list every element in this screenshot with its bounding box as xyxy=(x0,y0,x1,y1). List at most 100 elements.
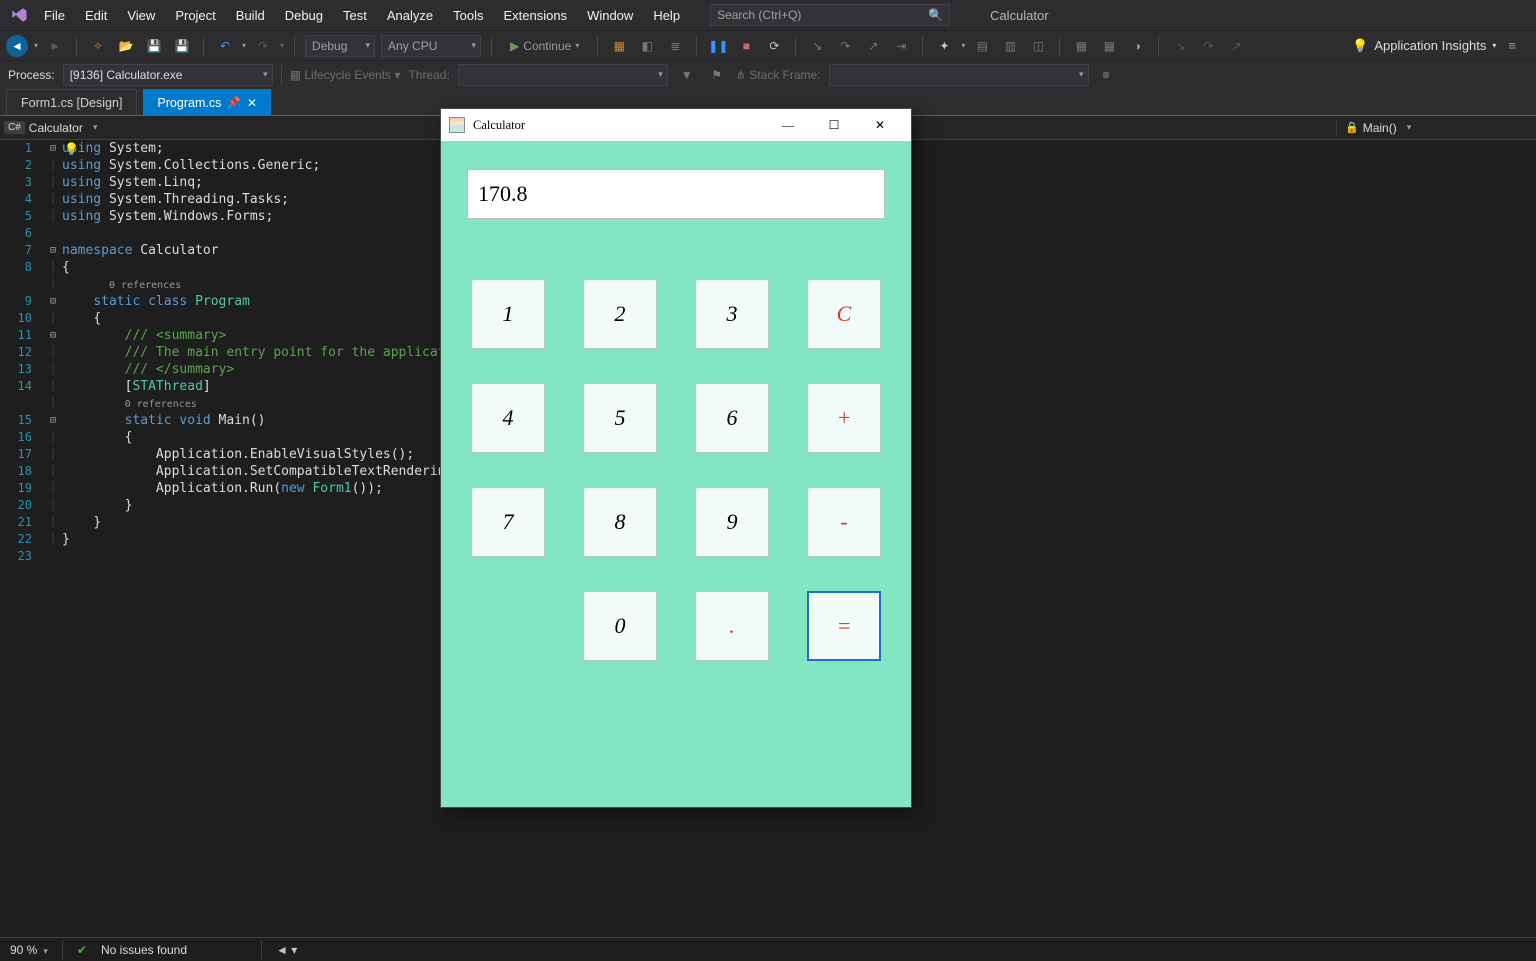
tab-label: Program.cs xyxy=(157,96,221,110)
app-icon xyxy=(449,117,465,133)
menu-edit[interactable]: Edit xyxy=(75,0,117,30)
line-number: 10 xyxy=(0,310,44,327)
close-tab-icon[interactable]: ✕ xyxy=(247,96,257,110)
line-number: 2 xyxy=(0,157,44,174)
application-insights-button[interactable]: 💡 Application Insights ▾ ≡ xyxy=(1352,38,1530,54)
process-combo[interactable]: [9136] Calculator.exe xyxy=(63,64,273,86)
menu-analyze[interactable]: Analyze xyxy=(377,0,443,30)
calc-btn-7[interactable]: 7 xyxy=(471,487,545,557)
play-icon: ▶ xyxy=(510,39,519,53)
menu-file[interactable]: File xyxy=(34,0,75,30)
ok-check-icon: ✔ xyxy=(77,943,87,957)
redo-icon[interactable]: ↷ xyxy=(252,35,274,57)
menu-build[interactable]: Build xyxy=(226,0,275,30)
step-icon-4[interactable]: ⇥ xyxy=(890,35,912,57)
tb-group2-2[interactable]: ▤ xyxy=(971,35,993,57)
step-into-icon[interactable]: ↘ xyxy=(806,35,828,57)
step-over-icon[interactable]: ↷ xyxy=(834,35,856,57)
line-number: 23 xyxy=(0,548,44,565)
menu-project[interactable]: Project xyxy=(165,0,225,30)
search-icon: 🔍 xyxy=(928,8,943,22)
open-file-icon[interactable]: 📂 xyxy=(115,35,137,57)
calc-btn-3[interactable]: 3 xyxy=(695,279,769,349)
calc-btn-6[interactable]: 6 xyxy=(695,383,769,453)
thread-flag-icon[interactable]: ⚑ xyxy=(706,64,728,86)
tb-icon-3[interactable]: ≣ xyxy=(664,35,686,57)
continue-label: Continue xyxy=(523,39,571,53)
nav-back-button[interactable]: ◄ xyxy=(6,35,28,57)
minimize-button[interactable]: — xyxy=(765,109,811,141)
line-number: 8 xyxy=(0,259,44,276)
tb-group4-3[interactable]: ↗ xyxy=(1225,35,1247,57)
calc-btn-8[interactable]: 8 xyxy=(583,487,657,557)
line-number: 6 xyxy=(0,225,44,242)
tb-group2-1[interactable]: ✦ xyxy=(933,35,955,57)
stack-frame-label: ⋔ Stack Frame: xyxy=(736,68,821,82)
calc-btn-4[interactable]: 4 xyxy=(471,383,545,453)
menu-extensions[interactable]: Extensions xyxy=(493,0,577,30)
calc-btn-1[interactable]: 1 xyxy=(471,279,545,349)
tb-group3-2[interactable]: ▦ xyxy=(1098,35,1120,57)
tb-group4-2[interactable]: ↷ xyxy=(1197,35,1219,57)
calc-btn-plus[interactable]: + xyxy=(807,383,881,453)
thread-combo[interactable] xyxy=(458,64,668,86)
line-number: 22 xyxy=(0,531,44,548)
solution-config-dropdown[interactable]: Debug xyxy=(305,35,375,57)
menu-help[interactable]: Help xyxy=(643,0,690,30)
restart-icon[interactable]: ⟳ xyxy=(763,35,785,57)
line-number: 7 xyxy=(0,242,44,259)
calc-btn-5[interactable]: 5 xyxy=(583,383,657,453)
menu-window[interactable]: Window xyxy=(577,0,643,30)
pin-icon[interactable]: 📌 xyxy=(227,96,241,109)
thread-filter-icon[interactable]: ▼ xyxy=(676,64,698,86)
calculator-body: 170.8 1 2 3 C 4 5 6 + 7 8 9 - 0 . = xyxy=(441,141,911,689)
calculator-titlebar[interactable]: Calculator — ☐ ✕ xyxy=(441,109,911,141)
calc-btn-clear[interactable]: C xyxy=(807,279,881,349)
tab-program-cs[interactable]: Program.cs 📌 ✕ xyxy=(143,89,271,115)
menu-tools[interactable]: Tools xyxy=(443,0,493,30)
lifecycle-events-label[interactable]: ▦ Lifecycle Events ▾ xyxy=(290,68,401,82)
nav-forward-button[interactable]: ► xyxy=(44,35,66,57)
tb-group3-1[interactable]: ▦ xyxy=(1070,35,1092,57)
calc-btn-dot[interactable]: . xyxy=(695,591,769,661)
line-number: 18 xyxy=(0,463,44,480)
calc-btn-2[interactable]: 2 xyxy=(583,279,657,349)
undo-icon[interactable]: ↶ xyxy=(214,35,236,57)
maximize-button[interactable]: ☐ xyxy=(811,109,857,141)
menu-debug[interactable]: Debug xyxy=(275,0,333,30)
stackframe-combo[interactable] xyxy=(829,64,1089,86)
calculator-window: Calculator — ☐ ✕ 170.8 1 2 3 C 4 5 6 + 7… xyxy=(440,108,912,808)
tb-group2-3[interactable]: ▥ xyxy=(999,35,1021,57)
step-out-icon[interactable]: ↗ xyxy=(862,35,884,57)
stop-debug-icon[interactable]: ■ xyxy=(735,35,757,57)
calc-display[interactable]: 170.8 xyxy=(467,169,885,219)
member-dropdown[interactable]: 🔒 Main() xyxy=(1336,121,1536,135)
solution-platform-dropdown[interactable]: Any CPU xyxy=(381,35,481,57)
zoom-level[interactable]: 90 % xyxy=(10,943,48,957)
calc-btn-equals[interactable]: = xyxy=(807,591,881,661)
window-title: Calculator xyxy=(473,118,765,133)
tb-group4-1[interactable]: ↘ xyxy=(1169,35,1191,57)
tb-group2-4[interactable]: ◫ xyxy=(1027,35,1049,57)
menu-view[interactable]: View xyxy=(117,0,165,30)
save-all-icon[interactable]: 💾 xyxy=(171,35,193,57)
calc-btn-0[interactable]: 0 xyxy=(583,591,657,661)
line-number: 4 xyxy=(0,191,44,208)
continue-button[interactable]: ▶ Continue ▾ xyxy=(502,35,587,57)
tb-group3-3[interactable]: ◑ xyxy=(1126,35,1148,57)
close-button[interactable]: ✕ xyxy=(857,109,903,141)
calc-btn-9[interactable]: 9 xyxy=(695,487,769,557)
new-project-icon[interactable]: ✧ xyxy=(87,35,109,57)
tb-icon-1[interactable]: ▦ xyxy=(608,35,630,57)
menu-test[interactable]: Test xyxy=(333,0,377,30)
menu-bar: File Edit View Project Build Debug Test … xyxy=(0,0,1536,30)
tb-icon-2[interactable]: ◧ xyxy=(636,35,658,57)
tab-form1-design[interactable]: Form1.cs [Design] xyxy=(6,89,137,115)
nav-arrows-icon[interactable]: ◄ ▾ xyxy=(276,943,297,957)
thread-label: Thread: xyxy=(408,68,449,82)
quick-launch-search[interactable]: Search (Ctrl+Q) 🔍 xyxy=(710,4,950,26)
lightbulb-quickfix-icon[interactable]: 💡 xyxy=(64,141,79,158)
save-icon[interactable]: 💾 xyxy=(143,35,165,57)
calc-btn-minus[interactable]: - xyxy=(807,487,881,557)
break-all-icon[interactable]: ❚❚ xyxy=(707,35,729,57)
